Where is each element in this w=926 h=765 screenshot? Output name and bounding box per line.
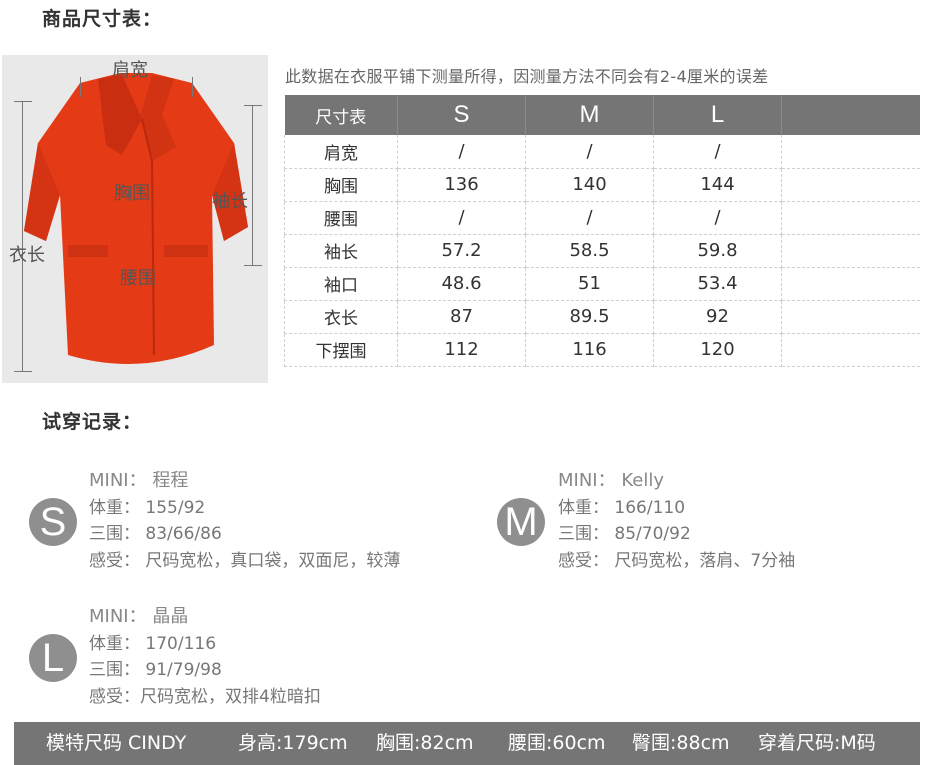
size-badge-m: M (497, 498, 545, 546)
header-cell: S (397, 95, 526, 135)
model-height: 身高:179cm (238, 732, 348, 754)
sleeve-label: 袖长 (212, 191, 248, 212)
tryon-title: 试穿记录： (42, 411, 143, 433)
table-cell (781, 300, 920, 334)
table-row: 袖长 57.2 58.5 59.8 (284, 234, 920, 268)
row-label: 腰围 (284, 201, 398, 235)
model-waist: 腰围:60cm (508, 732, 606, 754)
model-weight: 体重： 155/92 (89, 497, 206, 518)
table-cell (781, 234, 920, 268)
measurement-note: 此数据在衣服平铺下测量所得，因测量方法不同会有2-4厘米的误差 (285, 67, 769, 86)
table-cell (781, 267, 920, 301)
table-cell (781, 201, 920, 235)
model-size-name: 模特尺码 CINDY (46, 732, 187, 754)
model-info-bar: 模特尺码 CINDY 身高:179cm 胸围:82cm 腰围:60cm 臀围:8… (14, 722, 920, 765)
table-cell: 92 (653, 300, 782, 334)
size-badge-s: S (29, 498, 77, 546)
table-cell: 116 (525, 333, 654, 367)
model-name: MINI： 程程 (89, 470, 189, 491)
model-worn-size: 穿着尺码:M码 (758, 732, 876, 754)
length-label: 衣长 (9, 245, 45, 266)
coat-illustration (24, 73, 248, 364)
table-cell: 48.6 (397, 267, 526, 301)
row-label: 袖长 (284, 234, 398, 268)
model-feeling: 感受： 尺码宽松，真口袋，双面尼，较薄 (89, 550, 401, 571)
table-cell: 140 (525, 168, 654, 202)
row-label: 下摆围 (284, 333, 398, 367)
table-cell: 120 (653, 333, 782, 367)
header-cell: L (653, 95, 782, 135)
size-table: 尺寸表 S M L 肩宽 / / / 胸围 136 140 144 腰围 / /… (284, 95, 920, 367)
model-feeling: 感受：尺码宽松，双排4粒暗扣 (89, 686, 321, 707)
waist-label: 腰围 (120, 268, 156, 289)
table-row: 胸围 136 140 144 (284, 168, 920, 202)
table-cell: / (525, 135, 654, 169)
chest-label: 胸围 (114, 183, 150, 204)
table-cell: 59.8 (653, 234, 782, 268)
table-cell: / (397, 201, 526, 235)
table-cell (781, 333, 920, 367)
table-cell (781, 168, 920, 202)
model-chest: 胸围:82cm (376, 732, 474, 754)
table-row: 下摆围 112 116 120 (284, 333, 920, 367)
table-cell: 51 (525, 267, 654, 301)
table-cell: 58.5 (525, 234, 654, 268)
model-weight: 体重： 166/110 (558, 497, 686, 518)
table-cell: / (653, 135, 782, 169)
model-feeling: 感受： 尺码宽松，落肩、7分袖 (558, 550, 796, 571)
table-cell: 87 (397, 300, 526, 334)
model-name: MINI： Kelly (558, 470, 664, 491)
table-cell (781, 135, 920, 169)
table-row: 肩宽 / / / (284, 135, 920, 169)
model-weight: 体重： 170/116 (89, 633, 217, 654)
table-row: 腰围 / / / (284, 201, 920, 235)
size-table-header: 尺寸表 S M L (284, 95, 920, 135)
table-cell: 112 (397, 333, 526, 367)
size-chart-title: 商品尺寸表： (42, 8, 163, 30)
model-hip: 臀围:88cm (632, 732, 730, 754)
header-cell: 尺寸表 (284, 95, 398, 135)
table-row: 衣长 87 89.5 92 (284, 300, 920, 334)
row-label: 袖口 (284, 267, 398, 301)
size-badge-l: L (29, 634, 77, 682)
row-label: 胸围 (284, 168, 398, 202)
table-cell: 136 (397, 168, 526, 202)
coat-photo: 肩宽 胸围 袖长 衣长 腰围 (2, 55, 268, 383)
model-name: MINI： 晶晶 (89, 606, 189, 627)
table-cell: 53.4 (653, 267, 782, 301)
model-measurements: 三围： 85/70/92 (558, 524, 691, 544)
model-measurements: 三围： 91/79/98 (89, 660, 222, 680)
header-cell (781, 95, 920, 135)
table-cell: 89.5 (525, 300, 654, 334)
row-label: 衣长 (284, 300, 398, 334)
model-measurements: 三围： 83/66/86 (89, 524, 222, 544)
table-row: 袖口 48.6 51 53.4 (284, 267, 920, 301)
shoulder-label: 肩宽 (112, 60, 148, 81)
row-label: 肩宽 (284, 135, 398, 169)
table-cell: 57.2 (397, 234, 526, 268)
table-cell: / (397, 135, 526, 169)
table-cell: / (653, 201, 782, 235)
header-cell: M (525, 95, 654, 135)
table-cell: / (525, 201, 654, 235)
table-cell: 144 (653, 168, 782, 202)
